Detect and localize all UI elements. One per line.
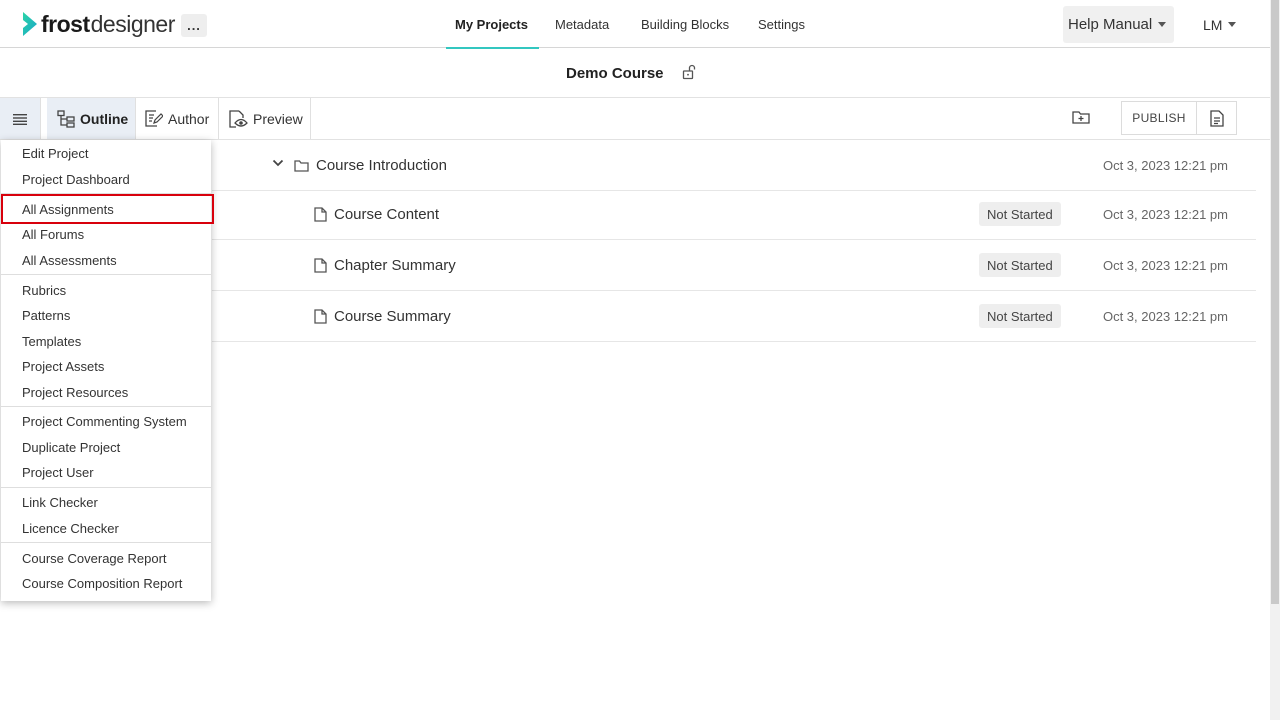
menu-item-all-assessments[interactable]: All Assessments [22, 248, 117, 273]
nav-settings[interactable]: Settings [758, 0, 805, 48]
outline-row-title: Course Content [334, 205, 440, 223]
tab-author-label: Author [168, 110, 210, 127]
menu-item-edit-project[interactable]: Edit Project [22, 141, 88, 166]
menu-item-rubrics[interactable]: Rubrics [22, 278, 66, 303]
outline-row-folder[interactable]: Course Introduction Oct 3, 2023 12:21 pm [212, 140, 1256, 191]
logo-text-regular: designer [90, 11, 176, 37]
folder-icon [294, 159, 309, 172]
chevron-down-icon[interactable] [272, 158, 284, 168]
outline-row-title-wrap: Course Introduction [294, 140, 447, 190]
menu-item-project-dashboard[interactable]: Project Dashboard [22, 167, 130, 192]
outline-row-title-wrap: Course Content [314, 189, 439, 239]
publish-button[interactable]: PUBLISH [1121, 101, 1197, 135]
menu-item-templates[interactable]: Templates [22, 329, 81, 354]
outline-row-page[interactable]: Course Summary Not Started Oct 3, 2023 1… [212, 291, 1256, 342]
outline-row-date: Oct 3, 2023 12:21 pm [1102, 257, 1228, 273]
highlight-box [1, 194, 214, 224]
user-initials: LM [1203, 16, 1223, 33]
menu-item-project-commenting-system[interactable]: Project Commenting System [22, 409, 187, 434]
nav-building-blocks[interactable]: Building Blocks [641, 0, 729, 48]
page-icon [314, 308, 327, 324]
add-folder-icon[interactable] [1072, 109, 1090, 125]
outline-row-title-wrap: Course Summary [314, 291, 451, 341]
scrollbar-thumb[interactable] [1271, 0, 1279, 604]
menu-divider [1, 487, 211, 488]
help-manual-label: Help Manual [1068, 16, 1153, 33]
menu-divider [1, 406, 211, 407]
document-icon [1209, 109, 1224, 127]
logo-text-bold: frost [41, 11, 90, 37]
course-header: Demo Course [0, 49, 1270, 98]
project-toolbar: Outline Author Preview PUBLISH [0, 98, 1270, 140]
menu-item-duplicate-project[interactable]: Duplicate Project [22, 435, 120, 460]
outline-row-page[interactable]: Course Content Not Started Oct 3, 2023 1… [212, 189, 1256, 240]
page-scrollbar[interactable] [1270, 0, 1280, 720]
outline-row-date: Oct 3, 2023 12:21 pm [1102, 157, 1228, 173]
tab-outline-label: Outline [80, 110, 129, 127]
outline-row-date: Oct 3, 2023 12:21 pm [1102, 206, 1228, 222]
page-icon [314, 257, 327, 273]
unlocked-padlock-icon[interactable] [682, 64, 697, 80]
outline-row-title: Chapter Summary [334, 256, 456, 274]
status-badge: Not Started [979, 253, 1061, 277]
help-manual-dropdown[interactable]: Help Manual [1063, 6, 1174, 43]
tab-author[interactable]: Author [136, 98, 219, 139]
outline-row-page[interactable]: Chapter Summary Not Started Oct 3, 2023 … [212, 240, 1256, 291]
outline-row-title: Course Introduction [316, 156, 447, 174]
tab-outline[interactable]: Outline [47, 98, 136, 139]
menu-item-all-forums[interactable]: All Forums [22, 222, 84, 247]
outline-row-date: Oct 3, 2023 12:21 pm [1102, 308, 1228, 324]
course-title: Demo Course [566, 65, 664, 82]
preview-eye-icon [229, 109, 248, 128]
outline-row-title: Course Summary [334, 307, 451, 325]
edit-document-icon [145, 110, 163, 127]
menu-item-link-checker[interactable]: Link Checker [22, 490, 98, 515]
status-badge: Not Started [979, 202, 1061, 226]
menu-item-course-composition-report[interactable]: Course Composition Report [22, 571, 182, 596]
page-icon [314, 206, 327, 222]
caret-down-icon [1228, 22, 1237, 27]
nav-metadata[interactable]: Metadata [555, 0, 609, 48]
more-options-button[interactable]: ... [181, 14, 207, 37]
menu-toggle-button[interactable] [0, 98, 41, 139]
menu-item-project-assets[interactable]: Project Assets [22, 354, 104, 379]
menu-item-project-resources[interactable]: Project Resources [22, 380, 128, 405]
caret-down-icon [1158, 22, 1167, 27]
logo-chevron-icon [23, 12, 37, 36]
outline-row-title-wrap: Chapter Summary [314, 240, 456, 290]
menu-item-patterns[interactable]: Patterns [22, 303, 70, 328]
tab-preview[interactable]: Preview [219, 98, 311, 139]
tab-preview-label: Preview [253, 110, 303, 127]
frost-designer-logo[interactable]: frostdesigner [22, 10, 175, 38]
menu-divider [1, 542, 211, 543]
menu-item-course-coverage-report[interactable]: Course Coverage Report [22, 546, 167, 571]
menu-divider [1, 274, 211, 275]
top-navbar: frostdesigner ... My Projects Metadata B… [0, 0, 1270, 49]
user-menu-dropdown[interactable]: LM [1203, 6, 1237, 43]
nav-my-projects[interactable]: My Projects [446, 0, 539, 49]
document-button[interactable] [1196, 101, 1237, 135]
hamburger-icon [13, 113, 27, 125]
status-badge: Not Started [979, 304, 1061, 328]
menu-item-project-user[interactable]: Project User [22, 460, 94, 485]
tree-structure-icon [57, 109, 75, 128]
menu-item-licence-checker[interactable]: Licence Checker [22, 516, 119, 541]
